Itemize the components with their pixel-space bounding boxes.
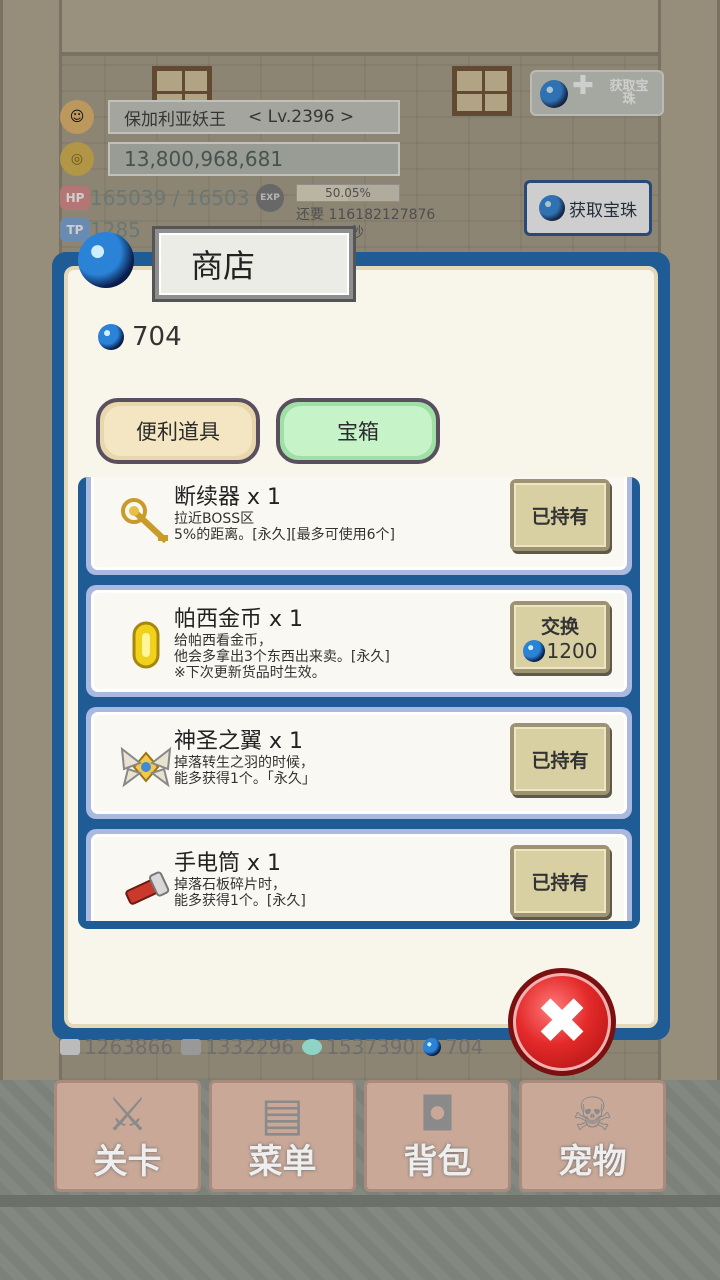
shop-item-list[interactable]: 断续器 x 1 拉近BOSS区 5%的距离。[永久][最多可使用6个] 已持有 … <box>78 477 640 929</box>
item-name: 帕西金币 x 1 <box>174 607 304 632</box>
dragon-icon: ☠ <box>571 1087 614 1141</box>
nav-stage-button[interactable]: ⚔ 关卡 <box>54 1080 201 1192</box>
item-description: 给帕西看金币， 他会多拿出3个东西出来卖。[永久] ※下次更新货品时生效。 <box>174 633 390 681</box>
orb-balance: 704 <box>98 322 182 352</box>
resource-value: 1332296 <box>205 1035 295 1059</box>
resource-value: 1537390 <box>326 1035 416 1059</box>
orb-icon <box>522 639 545 662</box>
shop-title-plate: 商店 <box>152 226 356 302</box>
owned-button[interactable]: 已持有 <box>510 479 610 551</box>
resource-crystal: 1537390 <box>302 1035 415 1059</box>
item-description: 掉落石板碎片时， 能多获得1个。[永久] <box>174 877 306 909</box>
button-label: 已持有 <box>531 871 589 894</box>
item-name: 断续器 x 1 <box>174 485 282 510</box>
orb-balance-value: 704 <box>132 322 182 352</box>
tab-label: 宝箱 <box>337 420 379 444</box>
swords-icon: ⚔ <box>106 1087 149 1141</box>
tab-treasure-chest[interactable]: 宝箱 <box>276 398 440 464</box>
owned-button[interactable]: 已持有 <box>510 845 610 917</box>
scepter-icon <box>116 493 176 553</box>
resource-value: 704 <box>445 1035 484 1059</box>
shop-title: 商店 <box>191 247 256 285</box>
holy-wings-icon <box>116 737 176 797</box>
tab-label: 便利道具 <box>136 420 220 444</box>
item-name: 手电筒 x 1 <box>174 851 282 876</box>
owned-button[interactable]: 已持有 <box>510 723 610 795</box>
shop-item: 手电筒 x 1 掉落石板碎片时， 能多获得1个。[永久] 已持有 <box>86 829 632 921</box>
orb-icon <box>98 324 124 350</box>
book-icon: ▤ <box>260 1087 305 1141</box>
crystal-icon <box>302 1039 323 1055</box>
nav-label: 关卡 <box>93 1142 162 1182</box>
stone-icon <box>60 1039 80 1055</box>
item-description: 掉落转生之羽的时候， 能多获得1个。「永久」 <box>174 755 316 787</box>
flashlight-icon <box>116 859 176 919</box>
resource-value: 1263866 <box>84 1035 174 1059</box>
nav-menu-button[interactable]: ▤ 菜单 <box>209 1080 356 1192</box>
button-label: 已持有 <box>531 749 589 772</box>
item-description: 拉近BOSS区 5%的距离。[永久][最多可使用6个] <box>174 511 395 543</box>
exchange-button[interactable]: 交换 1200 <box>510 601 610 673</box>
shop-item: 断续器 x 1 拉近BOSS区 5%的距离。[永久][最多可使用6个] 已持有 <box>86 477 632 575</box>
shop-item: 帕西金币 x 1 给帕西看金币， 他会多拿出3个东西出来卖。[永久] ※下次更新… <box>86 585 632 697</box>
ore-icon <box>181 1039 202 1055</box>
resource-ore: 1332296 <box>181 1035 294 1059</box>
price-value: 1200 <box>546 638 598 663</box>
nav-label: 宠物 <box>558 1142 627 1182</box>
resource-stone: 1263866 <box>60 1035 173 1059</box>
nav-backpack-button[interactable]: ◘ 背包 <box>364 1080 511 1192</box>
nav-pet-button[interactable]: ☠ 宠物 <box>519 1080 666 1192</box>
bottom-nav: ⚔ 关卡 ▤ 菜单 ◘ 背包 ☠ 宠物 <box>54 1080 666 1192</box>
shop-item: 神圣之翼 x 1 掉落转生之羽的时候， 能多获得1个。「永久」 已持有 <box>86 707 632 819</box>
nav-label: 菜单 <box>248 1142 317 1182</box>
resource-orb: 704 <box>423 1035 483 1059</box>
shop-gem-icon <box>78 232 134 288</box>
nav-label: 背包 <box>403 1142 472 1182</box>
item-name: 神圣之翼 x 1 <box>174 729 304 754</box>
backpack-icon: ◘ <box>419 1087 456 1141</box>
button-label: 已持有 <box>531 505 589 528</box>
button-label: 交换 <box>540 615 579 638</box>
orb-icon <box>423 1038 442 1056</box>
gold-coin-icon <box>116 615 176 675</box>
resource-bar: 1263866 1332296 1537390 704 <box>60 1034 660 1060</box>
price: 1200 <box>522 638 598 663</box>
tab-convenience-items[interactable]: 便利道具 <box>96 398 260 464</box>
